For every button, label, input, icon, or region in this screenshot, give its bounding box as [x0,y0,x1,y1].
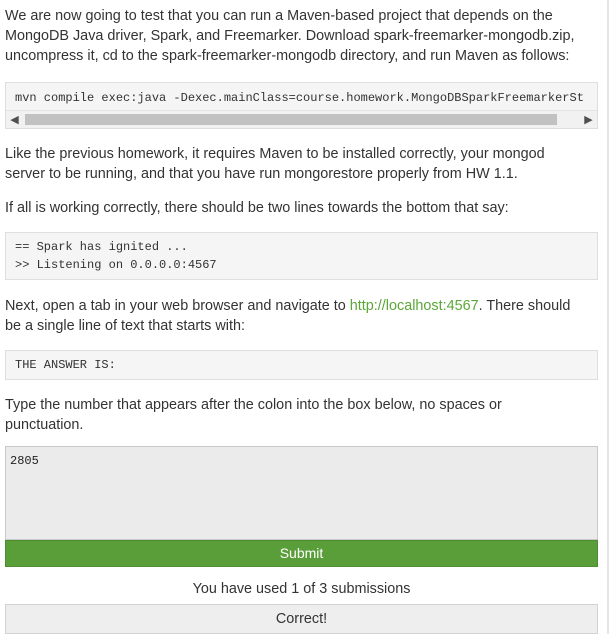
expect-paragraph: If all is working correctly, there shoul… [5,200,509,216]
prereq-paragraph: Like the previous homework, it requires … [5,144,598,184]
spark-output-line-2: >> Listening on 0.0.0.0:4567 [15,258,217,272]
answer-prefix-block: THE ANSWER IS: [5,350,598,380]
answer-prefix: THE ANSWER IS: [15,358,116,372]
submissions-count: You have used 1 of 3 submissions [192,581,411,597]
intro-line-2: MongoDB Java driver, Spark, and Freemark… [5,28,575,44]
result-message: Correct! [5,604,598,634]
horizontal-scrollbar[interactable]: ◀ ▶ [6,110,597,128]
scroll-left-icon[interactable]: ◀ [6,111,23,128]
instruction-line-2: punctuation. [5,417,84,433]
browse-line-2: be a single line of text that starts wit… [5,318,245,334]
scroll-right-icon[interactable]: ▶ [580,111,597,128]
intro-paragraph: We are now going to test that you can ru… [5,6,598,66]
instruction-paragraph: Type the number that appears after the c… [5,395,598,435]
browse-paragraph: Next, open a tab in your web browser and… [5,296,598,336]
spark-output-block: == Spark has ignited ... >> Listening on… [5,232,598,280]
maven-command: mvn compile exec:java -Dexec.mainClass=c… [15,91,584,105]
prereq-line-2: server to be running, and that you have … [5,166,518,182]
localhost-link[interactable]: http://localhost:4567 [350,298,479,314]
intro-line-3: uncompress it, cd to the spark-freemarke… [5,48,570,64]
scroll-thumb[interactable] [25,114,557,125]
browse-text-after-link: . There should [478,298,571,314]
intro-line-1: We are now going to test that you can ru… [5,8,553,24]
browse-text-before-link: Next, open a tab in your web browser and… [5,298,350,314]
spark-output-line-1: == Spark has ignited ... [15,240,188,254]
instruction-line-1: Type the number that appears after the c… [5,397,502,413]
maven-command-block[interactable]: mvn compile exec:java -Dexec.mainClass=c… [5,82,598,129]
answer-input[interactable]: 2805 [5,446,598,540]
homework-page: We are now going to test that you can ru… [0,0,609,634]
prereq-line-1: Like the previous homework, it requires … [5,146,545,162]
submit-button[interactable]: Submit [5,540,598,567]
browse-line-1: Next, open a tab in your web browser and… [5,296,598,316]
